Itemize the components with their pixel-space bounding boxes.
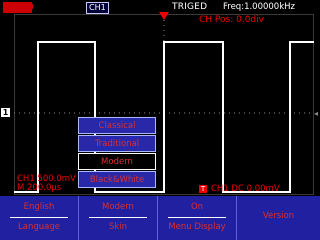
softkey-language-label: Language (18, 222, 60, 232)
channel-position-readout: CH Pos: 0.0div (199, 15, 264, 25)
softkey-skin-label: Skin (108, 222, 128, 232)
softkey-separator (89, 217, 147, 218)
softkey-separator (168, 217, 226, 218)
softkey-language-value: English (23, 202, 55, 212)
trigger-icon: T (199, 185, 207, 193)
trigger-level-arrow-icon: ◂ (313, 109, 318, 118)
skin-option-classical[interactable]: Classical (78, 117, 156, 134)
oscilloscope-screen: CH1 TRIGED Freq:1.00000kHz CH Pos: 0.0di… (0, 0, 320, 240)
softkey-skin[interactable]: Modern Skin (79, 196, 158, 240)
trigger-level-readout: CH1 DC 0.00mV (211, 184, 280, 194)
waveform-trace (14, 41, 314, 193)
softkey-menu-display-label: Menu Display (168, 222, 226, 232)
channel-level-marker[interactable]: 1 (1, 108, 10, 117)
skin-option-traditional[interactable]: Traditional (78, 135, 156, 152)
trigger-position-marker-icon[interactable] (159, 12, 169, 20)
softkey-skin-value: Modern (102, 202, 134, 212)
time-per-div: M 200.0μs (17, 183, 62, 193)
skin-option-black-white[interactable]: Black&White (78, 171, 156, 188)
softkey-version-label: Version (262, 211, 295, 221)
softkey-separator (10, 217, 68, 218)
softkey-version[interactable]: Version (237, 196, 320, 240)
skin-option-modern[interactable]: Modern (78, 153, 156, 170)
softkey-menu-display-value: On (190, 202, 204, 212)
softkey-language[interactable]: English Language (0, 196, 79, 240)
softkey-bar: English Language Modern Skin On Menu Dis… (0, 196, 320, 240)
skin-popup-menu: Classical Traditional Modern Black&White (78, 117, 158, 189)
channel-scale: CH1 500.0mV M 200.0μs (17, 175, 76, 193)
softkey-menu-display[interactable]: On Menu Display (158, 196, 237, 240)
